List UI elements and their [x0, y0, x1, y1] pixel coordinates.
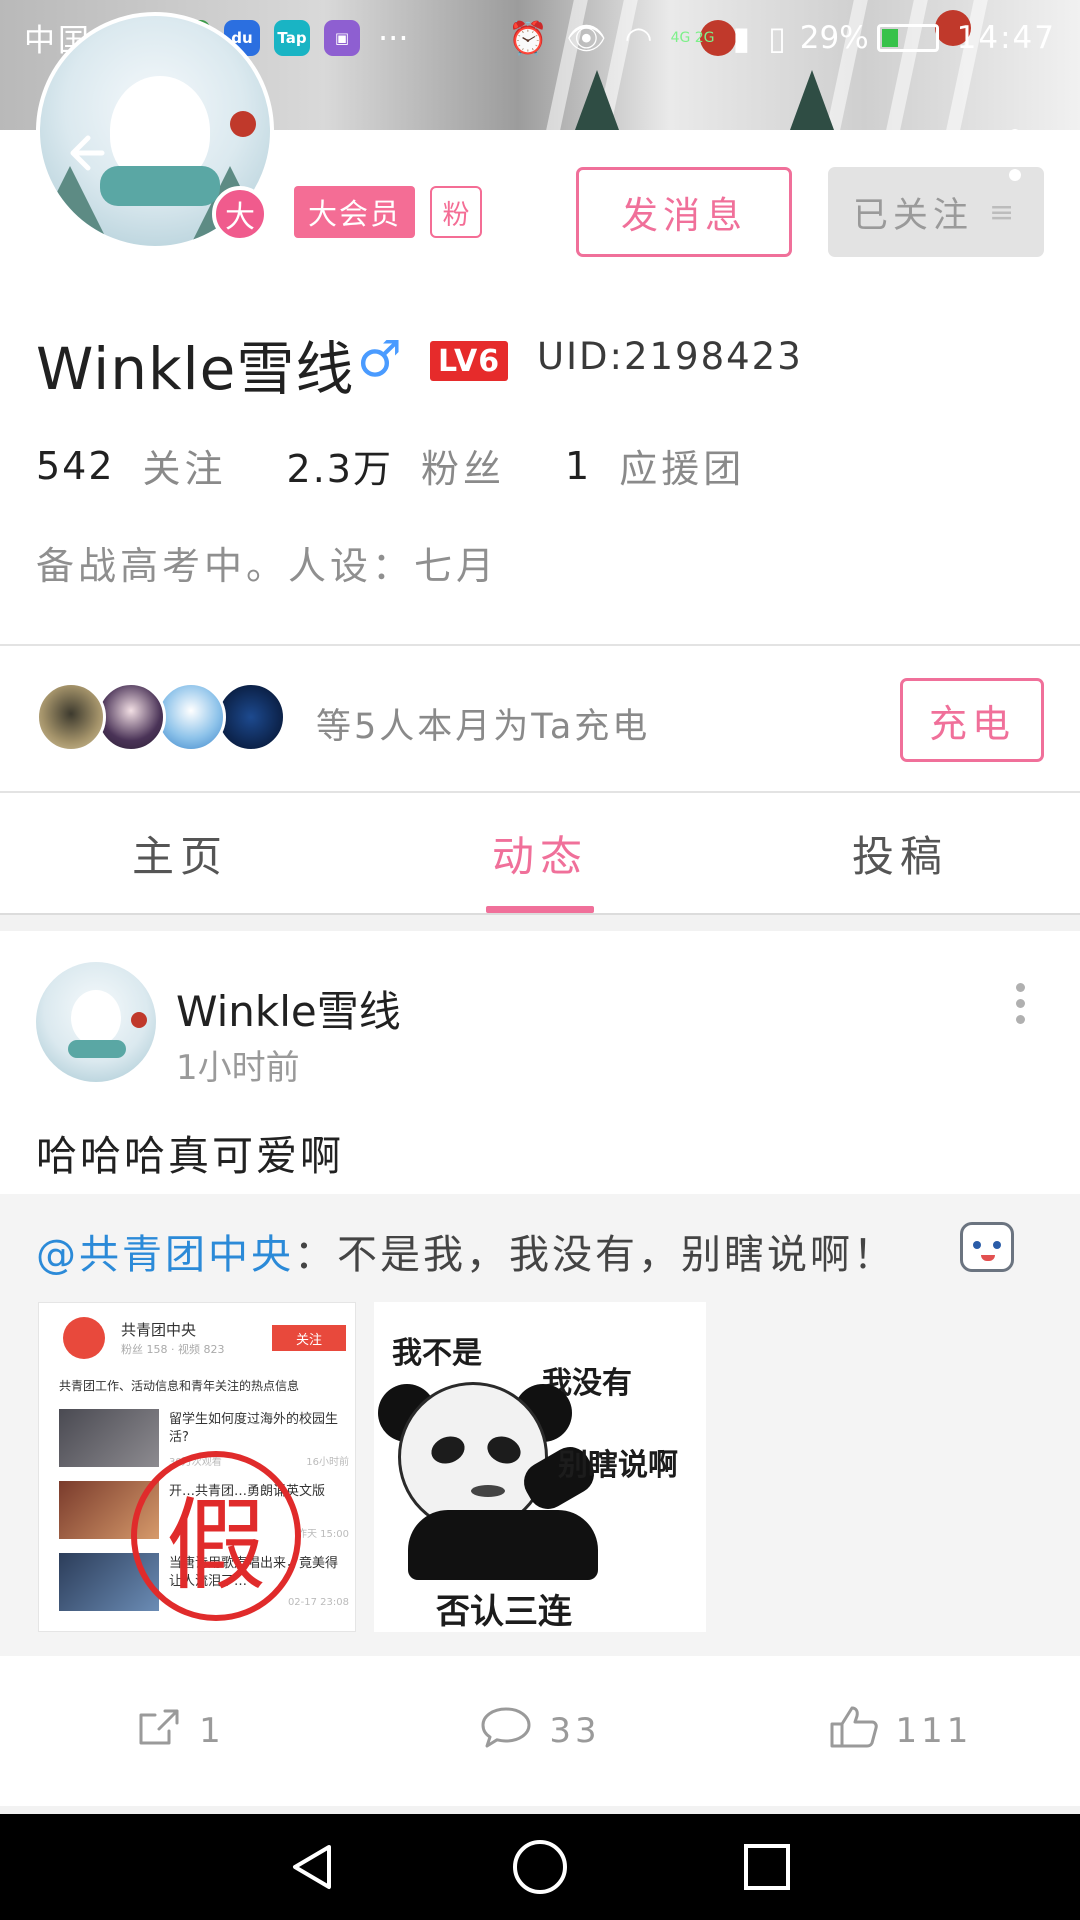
followed-button-label: 已关注	[852, 195, 973, 236]
signal-icon: ▮	[732, 18, 751, 57]
repost-content: 不是我，我没有，别瞎说啊！	[337, 1232, 896, 1278]
tab-uploads[interactable]: 投稿	[720, 793, 1080, 913]
nav-back-icon[interactable]	[273, 1827, 353, 1907]
vip-avatar-badge: 大	[212, 186, 268, 242]
username: Winkle雪线	[36, 335, 355, 403]
video-time: 02-17 23:08	[287, 1597, 349, 1608]
fan-badge: 粉	[430, 186, 482, 238]
channel-intro: 共青团工作、活动信息和青年关注的热点信息	[59, 1379, 300, 1393]
meme-text: 别瞎说啊	[558, 1448, 678, 1483]
tab-label: 动态	[491, 831, 588, 881]
profile-page: 中国电信 ◑ du Tap ▣ ··· ⏰ 👁 ◠ 4G 2G ▮ ▯ 29% …	[0, 0, 1080, 1920]
network-type-icon: 4G 2G	[670, 29, 715, 46]
back-arrow-icon[interactable]	[54, 118, 124, 188]
comment-icon	[479, 1705, 533, 1758]
charger-avatar	[156, 682, 226, 752]
charge-button[interactable]: 充电	[900, 678, 1044, 762]
section-gap	[0, 915, 1080, 931]
vip-member-badge: 大会员	[294, 186, 416, 238]
nav-home-icon[interactable]	[500, 1827, 580, 1907]
meme-text: 否认三连	[436, 1592, 572, 1632]
tab-home[interactable]: 主页	[0, 793, 360, 913]
repost-image-screenshot[interactable]: 共青团中央 粉丝 158 · 视频 823 关注 共青团工作、活动信息和青年关注…	[38, 1302, 356, 1632]
male-gender-icon: ♂	[357, 330, 402, 388]
post-author-name[interactable]: Winkle雪线	[176, 978, 401, 1039]
comment-count: 33	[549, 1711, 601, 1751]
more-notifications-icon: ···	[378, 18, 409, 57]
comment-button[interactable]: 33	[360, 1656, 720, 1806]
like-button[interactable]: 111	[720, 1656, 1080, 1806]
meme-text: 我不是	[392, 1336, 482, 1371]
nav-recents-icon[interactable]	[727, 1827, 807, 1907]
repost-image-meme[interactable]: 我不是 我没有 别瞎说啊 否认三连	[374, 1302, 706, 1632]
video-title: 留学生如何度过海外的校园生活?	[169, 1412, 339, 1445]
following-count[interactable]: 542	[36, 444, 115, 488]
video-time: 昨天 15:00	[297, 1529, 349, 1540]
tab-label: 投稿	[851, 831, 948, 881]
post-more-icon[interactable]	[1000, 978, 1040, 1028]
taptap-icon: Tap	[274, 19, 310, 56]
following-label[interactable]: 关注	[143, 438, 227, 493]
fans-label[interactable]: 粉丝	[421, 438, 505, 493]
clock: 14:47	[956, 19, 1056, 56]
battery-icon	[876, 23, 939, 52]
support-group-label[interactable]: 应援团	[619, 438, 745, 493]
wifi-icon: ◠	[624, 18, 653, 57]
more-vertical-icon[interactable]	[985, 125, 1045, 185]
like-count: 111	[895, 1711, 973, 1751]
section-gap	[0, 1806, 1080, 1814]
post-author-avatar[interactable]	[36, 962, 156, 1082]
repost-colon: ：	[294, 1232, 337, 1278]
repost-text: @共青团中央：不是我，我没有，别瞎说啊！	[36, 1222, 896, 1280]
fans-count[interactable]: 2.3万	[287, 438, 393, 493]
charger-avatar	[36, 682, 106, 752]
share-count: 1	[199, 1711, 225, 1751]
charge-row[interactable]: 等5人本月为Ta充电 充电	[0, 646, 1080, 791]
tab-dynamics[interactable]: 动态	[360, 793, 720, 913]
system-nav-bar	[0, 1814, 1080, 1920]
like-icon	[828, 1704, 880, 1759]
charge-summary: 等5人本月为Ta充电	[316, 707, 651, 747]
channel-name: 共青团中央	[121, 1321, 197, 1339]
channel-follow-tag: 关注	[272, 1325, 346, 1351]
support-group-count[interactable]: 1	[565, 444, 591, 488]
emoji-sticker-icon	[960, 1222, 1014, 1272]
user-id: UID:2198423	[537, 335, 803, 378]
active-tab-indicator	[486, 906, 594, 913]
repost-card[interactable]: @共青团中央：不是我，我没有，别瞎说啊！ 共青团中央 粉丝 158 · 视频 8…	[0, 1194, 1080, 1656]
video-time: 16小时前	[306, 1457, 349, 1468]
share-button[interactable]: 1	[0, 1656, 360, 1806]
menu-lines-icon: ≡	[988, 194, 1020, 230]
charger-avatar	[96, 682, 166, 752]
level-badge: LV6	[430, 341, 509, 381]
battery-percent: 29%	[799, 19, 869, 56]
profile-stats: 542 关注 2.3万 粉丝 1 应援团	[36, 438, 805, 493]
eye-comfort-icon: 👁	[566, 18, 607, 57]
post-time: 1小时前	[176, 1048, 300, 1088]
tab-label: 主页	[131, 831, 228, 881]
send-message-button[interactable]: 发消息	[576, 167, 792, 257]
profile-bio: 备战高考中。人设：七月	[36, 544, 499, 588]
profile-tabs: 主页 动态 投稿	[0, 793, 1080, 913]
charger-avatar	[216, 682, 286, 752]
post-actions: 1 33 111	[0, 1656, 1080, 1806]
channel-meta: 粉丝 158 · 视频 823	[121, 1343, 225, 1356]
share-icon	[135, 1705, 183, 1758]
mention-link[interactable]: @共青团中央	[36, 1232, 294, 1278]
gallery-icon: ▣	[324, 19, 360, 56]
sim-icon: ▯	[768, 18, 786, 57]
alarm-icon: ⏰	[508, 18, 549, 57]
post-text: 哈哈哈真可爱啊	[36, 1132, 344, 1180]
fake-stamp: 假	[131, 1451, 301, 1621]
channel-logo	[63, 1317, 105, 1359]
